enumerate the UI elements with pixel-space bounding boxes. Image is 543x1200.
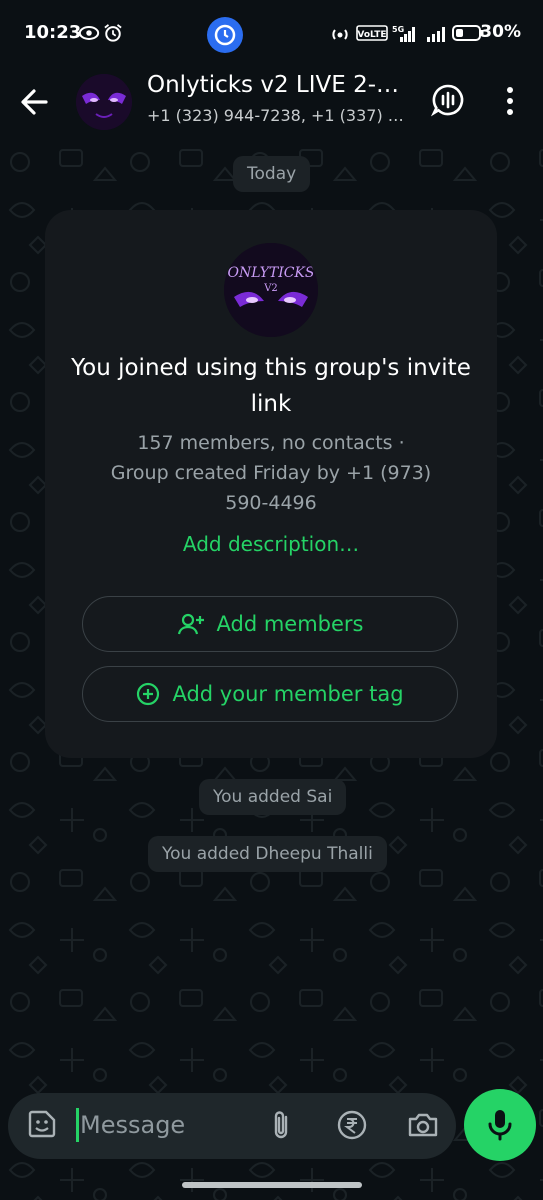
group-card-avatar[interactable]: ONLYTICKS V2 [224,243,318,337]
svg-text:5G: 5G [392,25,404,34]
more-options-icon[interactable] [498,84,522,118]
gesture-navigation-bar[interactable] [182,1182,362,1188]
add-members-button[interactable]: Add members [82,596,458,652]
add-member-tag-label: Add your member tag [172,682,404,706]
avatar-wordmark-sub: V2 [263,283,278,294]
group-member-count: 157 members, no contacts · [137,432,405,454]
camera-icon[interactable] [406,1109,440,1141]
signal-icon [426,24,448,42]
group-meta: 157 members, no contacts · Group created… [80,428,462,518]
add-person-icon [177,612,205,636]
add-member-tag-button[interactable]: Add your member tag [82,666,458,722]
date-chip: Today [233,156,311,192]
group-participants[interactable]: +1 (323) 944-7238, +1 (337) 2… [147,106,409,125]
microphone-icon [486,1107,514,1143]
alarm-icon [102,24,124,42]
5g-signal-icon: 5G [392,24,418,42]
status-time: 10:23 [24,22,82,43]
rupee-payment-icon[interactable] [336,1109,368,1141]
add-description-link[interactable]: Add description… [80,532,462,556]
hotspot-icon [330,24,350,42]
volte-icon: VoLTE [356,24,388,42]
voice-chat-icon[interactable] [430,82,466,118]
screen-recorder-icon [207,17,243,53]
sticker-icon[interactable] [26,1108,58,1140]
plus-circle-icon [136,682,160,706]
text-cursor [76,1108,79,1142]
group-title[interactable]: Onlyticks v2 LIVE 2-… [147,72,417,98]
system-message: You added Dheepu Thalli [148,836,387,872]
battery-icon [452,24,484,42]
message-input[interactable] [80,1106,250,1144]
group-created-by: Group created Friday by +1 (973) [110,462,432,484]
system-message: You added Sai [199,779,347,815]
joined-via-link-title: You joined using this group's invite lin… [71,355,471,417]
back-arrow-icon[interactable] [16,84,56,120]
paperclip-icon[interactable] [266,1108,296,1142]
group-creator-number: 590-4496 [225,492,317,514]
battery-percent: 30% [480,22,521,42]
add-members-label: Add members [216,612,364,636]
svg-text:VoLTE: VoLTE [357,30,386,40]
avatar-wordmark: ONLYTICKS [227,265,314,281]
group-avatar[interactable] [76,74,132,130]
eye-icon [78,24,100,42]
microphone-button[interactable] [464,1089,536,1161]
